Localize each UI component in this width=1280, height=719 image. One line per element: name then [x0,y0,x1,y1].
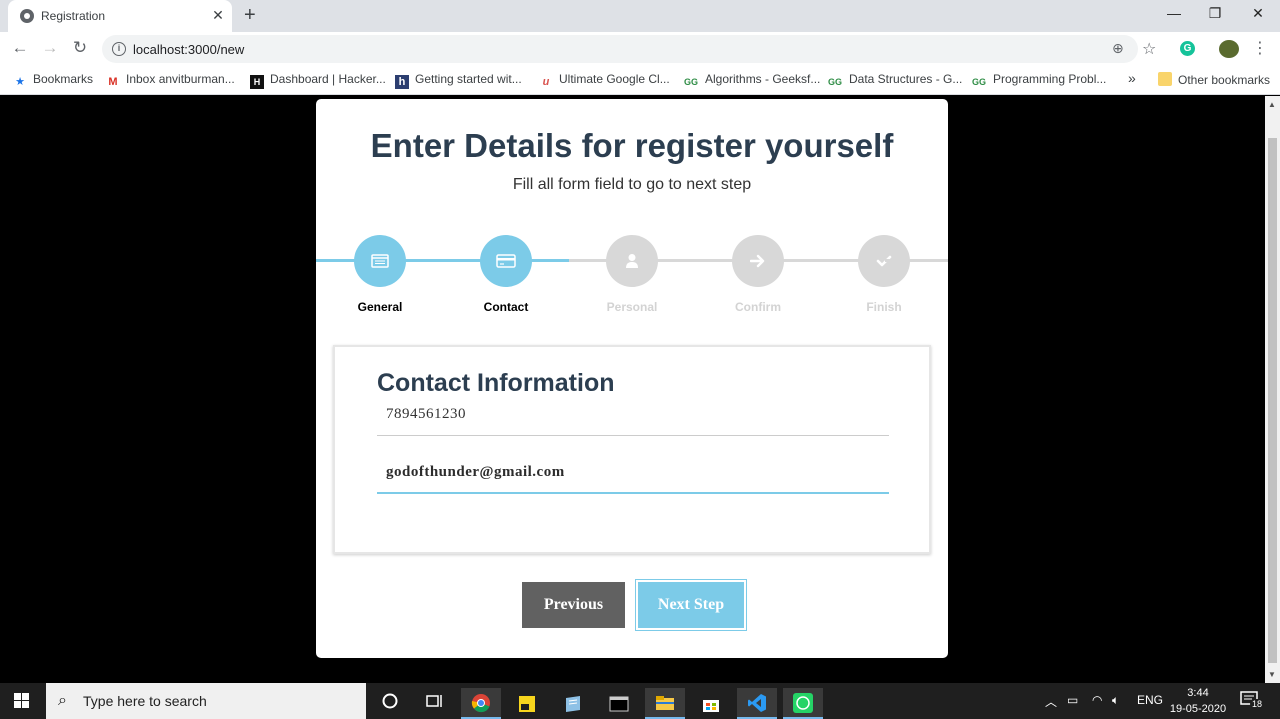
progress-bar-tail [885,259,948,262]
reload-icon[interactable]: ↻ [70,38,90,58]
arrow-right-icon [732,235,784,287]
windows-start-icon[interactable] [14,693,30,709]
zoom-icon[interactable]: ⊕ [1112,40,1124,57]
bookmark-item[interactable]: u Ultimate Google Cl... [539,72,670,89]
step-circle [732,235,784,287]
close-window-button[interactable]: ✕ [1248,5,1268,22]
notification-count-badge: 18 [1250,699,1265,709]
page-viewport: Enter Details for register yourself Fill… [0,96,1265,683]
step-label: Contact [483,300,529,314]
contact-form: Contact Information 7894561230 godofthun… [333,345,931,554]
show-hidden-icons-chevron-icon[interactable]: ︿ [1045,693,1057,710]
bookmark-item[interactable]: GG Programming Probl... [971,72,1106,89]
system-clock[interactable]: 3:44 19-05-2020 [1167,685,1229,717]
search-icon: ⌕ [58,692,67,709]
step-label: Confirm [735,300,781,314]
registration-card: Enter Details for register yourself Fill… [316,99,948,658]
folder-icon [1158,72,1172,86]
step-label: Finish [866,300,902,314]
clock-date: 19-05-2020 [1169,703,1227,715]
page-title: Enter Details for register yourself [370,127,894,164]
address-bar[interactable]: i localhost:3000/new ⊕ [102,35,1138,63]
search-placeholder[interactable]: Type here to search [83,693,207,709]
restore-button[interactable]: ❐ [1205,5,1225,22]
credit-card-icon [480,235,532,287]
browser-window-icon [354,235,406,287]
u-icon: u [542,76,550,88]
whatsapp-icon[interactable] [783,688,823,719]
wifi-icon[interactable]: ◠ [1092,693,1102,707]
taskbar-search[interactable]: ⌕ Type here to search [46,683,366,719]
gfg-icon: GG [971,77,986,87]
bookmark-item[interactable]: ★ Bookmarks [13,72,93,89]
bookmark-item[interactable]: GG Data Structures - G... [827,72,962,89]
chrome-icon[interactable] [461,688,501,719]
scroll-thumb[interactable] [1268,138,1277,663]
h-icon: h [395,75,409,89]
clock-time: 3:44 [1187,687,1209,699]
bookmark-item[interactable]: h Getting started wit... [395,72,522,89]
new-tab-button[interactable]: + [244,5,256,25]
profile-avatar[interactable] [1219,40,1239,58]
globe-icon [20,9,34,23]
hackerrank-icon: H [250,75,264,89]
vscode-icon[interactable] [737,688,777,719]
store-icon[interactable] [691,688,731,719]
step-circle [606,235,658,287]
terminal-icon[interactable] [599,688,639,719]
browser-tab[interactable]: Registration ✕ [8,0,232,32]
bookmark-item[interactable]: H Dashboard | Hacker... [250,72,386,89]
task-view-icon[interactable] [415,683,455,719]
page-subtitle: Fill all form field to go to next step [512,176,752,193]
phone-field[interactable]: 7894561230 [377,402,889,436]
file-explorer-icon[interactable] [645,688,685,719]
notepad-icon[interactable] [553,688,593,719]
scroll-up-icon[interactable]: ▲ [1268,100,1276,109]
battery-icon[interactable]: ▭ [1067,693,1078,707]
url-text[interactable]: localhost:3000/new [133,42,244,57]
scroll-down-icon[interactable]: ▼ [1268,670,1276,679]
minimize-button[interactable]: — [1164,5,1184,21]
language-indicator[interactable]: ENG [1137,693,1163,707]
info-icon[interactable]: i [112,42,126,56]
forward-arrow-icon[interactable]: → [40,38,60,58]
user-icon [606,235,658,287]
step-label: General [357,300,403,314]
gfg-icon: GG [683,77,698,87]
step-circle [354,235,406,287]
grammarly-extension-icon[interactable]: G [1180,41,1195,56]
gfg-icon: GG [827,77,842,87]
tab-strip: Registration ✕ + — ❐ ✕ [0,0,1280,32]
notifications-icon[interactable]: 18 [1240,691,1265,709]
bookmark-item[interactable]: GG Algorithms - Geeksf... [683,72,820,89]
step-label: Personal [606,300,658,314]
volume-icon[interactable]: 🔈︎ [1112,693,1119,708]
bookmark-star-icon[interactable]: ☆ [1142,39,1156,59]
sticky-notes-icon[interactable] [507,688,547,719]
next-step-button[interactable]: Next Step [635,579,747,631]
bookmark-item[interactable]: M Inbox anvitburman... [106,72,234,89]
back-arrow-icon[interactable]: ← [10,38,30,58]
email-field[interactable]: godofthunder@gmail.com [377,460,889,494]
menu-dots-icon[interactable]: ⋮ [1252,38,1268,58]
bookmarks-bar: ★ Bookmarks M Inbox anvitburman... H Dashbo… [0,65,1280,95]
gmail-icon: M [108,76,118,88]
star-icon: ★ [15,76,25,88]
tab-title: Registration [41,9,106,23]
windows-taskbar: ⌕ Type here to search ︿ ▭ ◠ 🔈︎ ENG 3:44 … [0,683,1280,719]
more-bookmarks-chevron-icon[interactable]: » [1128,70,1136,86]
step-circle [480,235,532,287]
tab-close-icon[interactable]: ✕ [210,7,226,23]
cortana-icon[interactable] [370,683,410,719]
previous-button[interactable]: Previous [522,582,625,628]
form-heading: Contact Information [377,369,615,397]
page-scrollbar[interactable]: ▲ ▼ [1265,96,1280,683]
other-bookmarks-folder[interactable]: Other bookmarks [1158,72,1270,87]
browser-toolbar: ← → ↻ i localhost:3000/new ⊕ ☆ G ⋮ [0,32,1280,65]
